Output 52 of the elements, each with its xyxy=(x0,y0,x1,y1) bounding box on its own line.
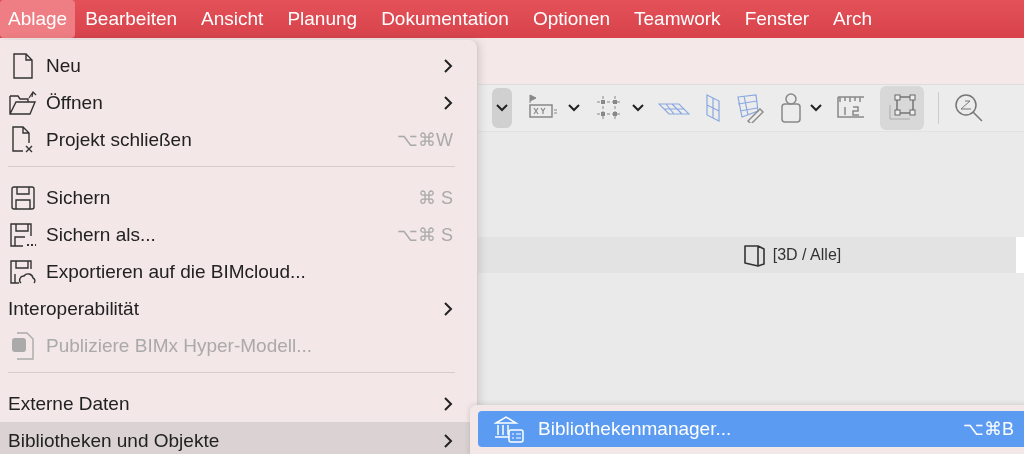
menu-item-label: Sichern als... xyxy=(46,223,157,246)
library-icon xyxy=(494,415,524,443)
panel-edge xyxy=(1016,237,1024,273)
dropdown-button[interactable] xyxy=(492,88,512,128)
chevron-icon[interactable] xyxy=(632,104,644,112)
chevron-icon[interactable] xyxy=(810,104,822,112)
menu-item-label: Interoperabilität xyxy=(8,297,140,320)
view-tab[interactable]: [3D / Alle] xyxy=(742,243,842,267)
weight-icon[interactable] xyxy=(780,92,802,124)
menu-bar-item[interactable]: Fenster xyxy=(736,0,818,38)
menu-bar-item[interactable]: Dokumentation xyxy=(373,0,517,38)
cube-icon xyxy=(742,243,767,267)
menu-item-label: Externe Daten xyxy=(8,392,131,415)
menu-item-label: Öffnen xyxy=(46,91,104,114)
menu-bar-item[interactable]: Planung xyxy=(279,0,366,38)
menu-item-label: Publiziere BIMx Hyper-Modell... xyxy=(46,334,314,357)
floppy-disk-icon xyxy=(8,221,38,248)
menu-item-label: Projekt schließen xyxy=(46,128,193,151)
search-icon[interactable] xyxy=(953,92,985,124)
ruler-icon[interactable] xyxy=(836,95,866,121)
menu-bar-item[interactable]: Ablage xyxy=(0,0,76,38)
menu-item[interactable]: Projekt schließen ⌥⌘W xyxy=(0,121,477,158)
menu-item-label: Bibliothekenmanager... xyxy=(538,418,733,440)
shortcut-label: ⌥⌘W xyxy=(397,128,453,151)
selection-handles-icon xyxy=(887,93,917,123)
menu-item-label: Exportieren auf die BIMcloud... xyxy=(46,260,307,283)
grid-pencil-icon[interactable] xyxy=(736,93,766,123)
chevron-icon[interactable] xyxy=(568,104,580,112)
menu-item[interactable]: Sichern ⌘ S xyxy=(0,179,477,216)
folder-icon xyxy=(8,89,38,116)
menu-item-label: Neu xyxy=(46,54,82,77)
selection-handles-button[interactable] xyxy=(880,86,924,130)
menu-item-label: Bibliotheken und Objekte xyxy=(8,429,221,452)
menu-item[interactable]: Öffnen xyxy=(0,84,477,121)
menu-item[interactable]: Sichern als... ⌥⌘ S xyxy=(0,216,477,253)
menu-item[interactable]: Interoperabilität xyxy=(0,290,477,327)
vertical-grid-icon[interactable] xyxy=(704,93,722,123)
menu-bar-item[interactable]: Optionen xyxy=(524,0,619,38)
menu-item-label: Sichern xyxy=(46,186,112,209)
menu-bar-item[interactable]: Teamwork xyxy=(626,0,729,38)
shortcut-label: ⌥⌘ S xyxy=(397,223,453,246)
menu-bar-item[interactable]: Bearbeiten xyxy=(77,0,186,38)
view-tab-label: [3D / Alle] xyxy=(772,246,842,264)
shortcut-label: ⌥⌘B xyxy=(963,418,1014,440)
chevron-icon xyxy=(496,104,508,112)
menu-item[interactable]: Externe Daten xyxy=(0,385,477,422)
menu-bar-item[interactable]: Ansicht xyxy=(193,0,272,38)
floppy-cloud-icon xyxy=(8,258,38,285)
shortcut-label: ⌘ S xyxy=(418,186,453,209)
menu-bar-item[interactable]: Arch xyxy=(825,0,881,38)
menu-item[interactable]: Exportieren auf die BIMcloud... xyxy=(0,253,477,290)
menu-item[interactable]: Bibliothekenmanager... ⌥⌘B xyxy=(478,411,1024,447)
